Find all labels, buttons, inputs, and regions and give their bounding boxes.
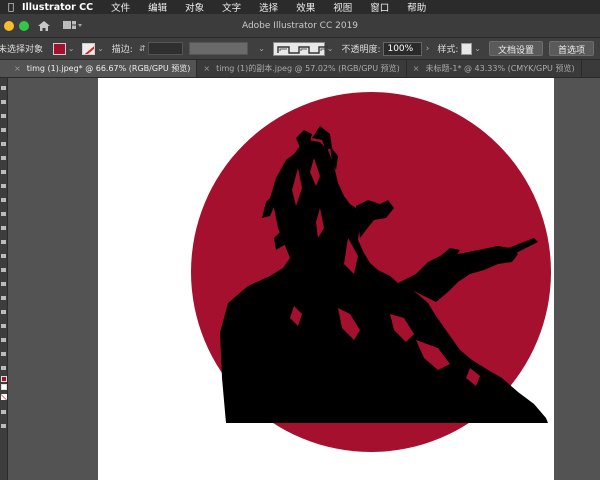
home-icon[interactable] xyxy=(37,20,51,32)
line-tool-icon[interactable] xyxy=(1,170,6,174)
menu-object[interactable]: 对象 xyxy=(185,0,204,14)
opacity-label: 不透明度: xyxy=(341,45,381,55)
tab-document-3[interactable]: × 未标题-1* @ 43.33% (CMYK/GPU 预览) xyxy=(407,60,582,77)
workspace-switcher-icon[interactable] xyxy=(63,20,83,31)
pen-tool-icon[interactable] xyxy=(1,128,6,132)
variable-width-profile[interactable] xyxy=(189,42,249,55)
menu-bar:  Illustrator CC 文件 编辑 对象 文字 选择 效果 视图 窗口… xyxy=(0,0,600,14)
stroke-weight-input[interactable] xyxy=(147,42,184,55)
rectangle-tool-icon[interactable] xyxy=(1,184,6,188)
fill-color-swatch[interactable] xyxy=(53,42,66,55)
apple-icon[interactable]:  xyxy=(0,2,22,13)
tab-label: timg (1)的副本.jpeg @ 57.02% (RGB/GPU 预览) xyxy=(216,64,400,73)
menu-view[interactable]: 视图 xyxy=(333,0,352,14)
close-icon[interactable]: × xyxy=(203,64,210,73)
chevron-down-icon[interactable]: ⌄ xyxy=(68,44,75,53)
chevron-down-icon[interactable]: ⌄ xyxy=(258,44,265,53)
menu-effect[interactable]: 效果 xyxy=(296,0,315,14)
direct-selection-tool-icon[interactable] xyxy=(1,100,6,104)
pencil-tool-icon[interactable] xyxy=(1,212,6,216)
tab-label: 未标题-1* @ 43.33% (CMYK/GPU 预览) xyxy=(425,64,575,73)
preferences-button[interactable]: 首选项 xyxy=(548,41,594,56)
paintbrush-tool-icon[interactable] xyxy=(1,198,6,202)
title-bar: Adobe Illustrator CC 2019 xyxy=(0,14,600,38)
none-swatch-icon[interactable] xyxy=(1,394,7,400)
document-tab-bar: × timg (1).jpeg* @ 66.67% (RGB/GPU 预览) ×… xyxy=(0,60,600,78)
stroke-stepper-icon[interactable]: ⇵ xyxy=(139,44,146,53)
minimize-button[interactable] xyxy=(4,20,14,31)
chevron-right-icon[interactable]: › xyxy=(426,44,430,54)
gradient-tool-icon[interactable] xyxy=(1,324,6,328)
curvature-tool-icon[interactable] xyxy=(1,142,6,146)
stroke-label: 描边: xyxy=(111,45,133,55)
draw-mode-icon[interactable] xyxy=(1,410,6,414)
brush-definition-swatch[interactable] xyxy=(272,41,328,56)
type-tool-icon[interactable] xyxy=(1,156,6,160)
free-transform-tool-icon[interactable] xyxy=(1,282,6,286)
zoom-button[interactable] xyxy=(19,20,29,31)
stroke-color-swatch[interactable] xyxy=(82,42,96,55)
blend-tool-icon[interactable] xyxy=(1,352,6,356)
rotate-tool-icon[interactable] xyxy=(1,240,6,244)
close-icon[interactable]: × xyxy=(413,64,420,73)
screen-mode-icon[interactable] xyxy=(1,424,6,428)
chevron-down-icon[interactable]: ⌄ xyxy=(474,44,481,53)
window-title: Adobe Illustrator CC 2019 xyxy=(241,20,359,31)
chevron-down-icon[interactable]: ⌄ xyxy=(97,44,104,53)
opacity-input[interactable]: 100% xyxy=(383,41,422,56)
brush-stroke-icon xyxy=(277,45,328,54)
width-tool-icon[interactable] xyxy=(1,268,6,272)
menu-type[interactable]: 文字 xyxy=(222,0,241,14)
artwork-canvas[interactable] xyxy=(98,78,554,480)
scale-tool-icon[interactable] xyxy=(1,254,6,258)
style-label: 样式: xyxy=(437,45,459,55)
mesh-tool-icon[interactable] xyxy=(1,310,6,314)
document-setup-button[interactable]: 文档设置 xyxy=(488,41,543,56)
eyedropper-tool-icon[interactable] xyxy=(1,338,6,342)
tab-document-2[interactable]: × timg (1)的副本.jpeg @ 57.02% (RGB/GPU 预览) xyxy=(197,60,407,77)
menu-select[interactable]: 选择 xyxy=(259,0,278,14)
menu-edit[interactable]: 编辑 xyxy=(148,0,167,14)
menu-app-name[interactable]: Illustrator CC xyxy=(22,2,93,13)
tab-label: timg (1).jpeg* @ 66.67% (RGB/GPU 预览) xyxy=(26,64,191,73)
tab-document-1[interactable]: × timg (1).jpeg* @ 66.67% (RGB/GPU 预览) xyxy=(0,60,198,77)
selection-status: 未选择对象 xyxy=(0,45,44,55)
hand-tool-icon[interactable] xyxy=(1,366,6,370)
magic-wand-tool-icon[interactable] xyxy=(1,114,6,118)
graphic-style-swatch[interactable] xyxy=(461,42,473,55)
shape-builder-tool-icon[interactable] xyxy=(1,296,6,300)
menu-help[interactable]: 帮助 xyxy=(407,0,426,14)
control-bar: 未选择对象 ⌄ ⌄ 描边: ⇵ ⌄ ⌄ 不透明度: 100% › 样式: ⌄ 文… xyxy=(0,38,600,60)
window-controls xyxy=(4,20,29,31)
close-icon[interactable]: × xyxy=(14,64,21,73)
stroke-swatch-icon[interactable] xyxy=(1,384,7,390)
tools-panel xyxy=(0,78,8,480)
eraser-tool-icon[interactable] xyxy=(1,226,6,230)
artboard[interactable] xyxy=(98,78,554,480)
menu-window[interactable]: 窗口 xyxy=(370,0,389,14)
selection-tool-icon[interactable] xyxy=(1,86,6,90)
menu-file[interactable]: 文件 xyxy=(111,0,130,14)
fill-swatch-icon[interactable] xyxy=(1,376,7,382)
